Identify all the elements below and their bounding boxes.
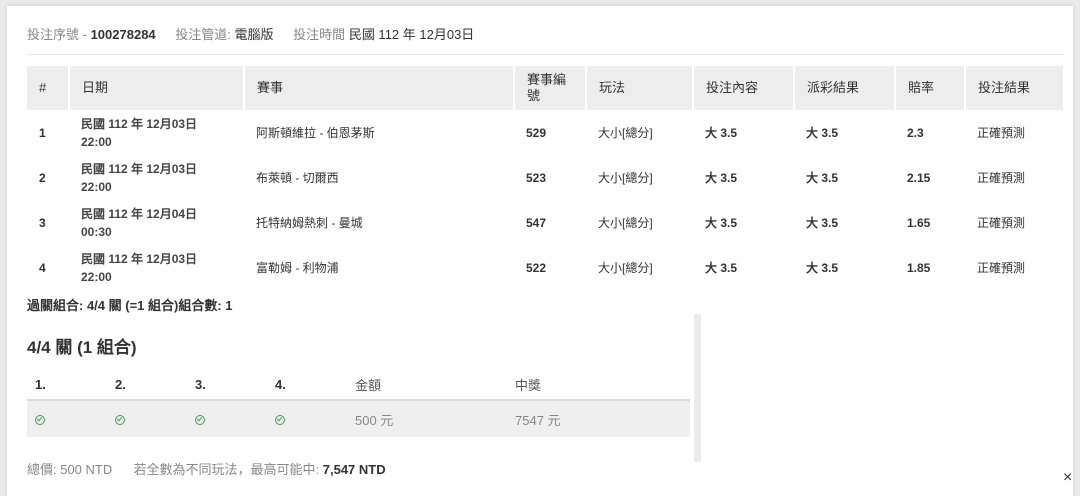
row-bet: 大 3.5 [705, 126, 738, 140]
row-outcome: 正確預測 [977, 126, 1026, 140]
row-play: 大小[總分] [598, 171, 653, 185]
row-odds: 2.3 [907, 125, 924, 140]
row-date-time: 22:00 [81, 269, 112, 284]
row-date: 民國 112 年 12月04日 00:30 [69, 200, 244, 245]
bet-detail-panel: 投注序號 - 100278284 投注管道: 電腦版 投注時間 民國 112 年… [7, 6, 1073, 496]
close-icon[interactable]: × [1063, 470, 1072, 486]
combo-leg-3 [187, 400, 267, 437]
max-win-note: 若全數為不同玩法，最高可能中: [133, 462, 320, 477]
row-date-day: 民國 112 年 12月04日 [81, 206, 198, 221]
vertical-scrollbar[interactable] [694, 314, 701, 462]
col-header-bet: 投注內容 [693, 66, 795, 110]
combo-table: 1. 2. 3. 4. 金額 中獎 500 元 7547 元 [27, 369, 690, 437]
row-result: 大 3.5 [806, 126, 839, 140]
col-header-outcome: 投注結果 [965, 66, 1065, 110]
combo-section: 4/4 關 (1 組合) 1. 2. 3. 4. 金額 中獎 500 元 754… [27, 314, 697, 462]
combo-header-amount: 金額 [347, 369, 507, 401]
combo-leg-1 [27, 400, 107, 437]
combo-header-leg-2: 2. [107, 369, 187, 401]
col-header-odds: 賠率 [895, 66, 966, 110]
check-circle-icon [275, 415, 285, 426]
row-outcome: 正確預測 [977, 261, 1026, 275]
combo-title: 4/4 關 (1 組合) [27, 338, 137, 357]
row-index: 4 [39, 260, 46, 275]
footer-summary: 總價: 500 NTD 若全數為不同玩法，最高可能中: 7,547 NTD [27, 459, 386, 478]
channel-label: 投注管道: [175, 27, 231, 42]
total-price: 總價: 500 NTD [27, 462, 113, 477]
row-date-day: 民國 112 年 12月03日 [81, 161, 198, 176]
row-match-no: 547 [526, 215, 547, 230]
row-bet: 大 3.5 [705, 261, 738, 275]
col-header-date: 日期 [69, 66, 245, 110]
combo-win: 7547 元 [507, 400, 690, 437]
bets-table: # 日期 賽事 賽事編號 玩法 投注內容 派彩結果 賠率 投注結果 1 民國 1… [27, 66, 1065, 290]
row-date: 民國 112 年 12月03日 22:00 [69, 110, 244, 155]
combo-leg-2 [107, 400, 187, 437]
row-match: 托特納姆熱刺 - 曼城 [256, 216, 363, 230]
row-date-time: 00:30 [81, 224, 112, 239]
col-header-index: # [27, 66, 70, 110]
row-odds: 2.15 [907, 170, 931, 185]
table-row: 4 民國 112 年 12月03日 22:00 富勒姆 - 利物浦 522 大小[… [27, 245, 1064, 290]
row-result: 大 3.5 [806, 261, 839, 275]
row-play: 大小[總分] [598, 261, 653, 275]
row-date-time: 22:00 [81, 179, 112, 194]
row-bet: 大 3.5 [705, 171, 738, 185]
combo-header-win: 中獎 [507, 369, 690, 401]
row-index: 2 [39, 170, 46, 185]
row-play: 大小[總分] [598, 126, 653, 140]
row-play: 大小[總分] [598, 216, 653, 230]
row-match-no: 522 [526, 260, 547, 275]
row-result: 大 3.5 [806, 216, 839, 230]
row-odds: 1.65 [907, 215, 931, 230]
row-match: 富勒姆 - 利物浦 [256, 261, 339, 275]
combo-header-row: 1. 2. 3. 4. 金額 中獎 [27, 369, 690, 401]
time-label: 投注時間 [293, 27, 346, 42]
time-value: 民國 112 年 12月03日 [348, 27, 475, 42]
combo-header-leg-1: 1. [27, 369, 107, 401]
table-row: 3 民國 112 年 12月04日 00:30 托特納姆熱刺 - 曼城 547 大… [27, 200, 1064, 245]
table-row: 1 民國 112 年 12月03日 22:00 阿斯頓維拉 - 伯恩茅斯 529 … [27, 110, 1064, 155]
col-header-match-no: 賽事編號 [514, 66, 587, 110]
row-odds: 1.85 [907, 260, 931, 275]
row-bet: 大 3.5 [705, 216, 738, 230]
row-outcome: 正確預測 [977, 216, 1026, 230]
table-row: 2 民國 112 年 12月03日 22:00 布萊頓 - 切爾西 523 大小[… [27, 155, 1064, 200]
row-index: 1 [39, 125, 46, 140]
bet-meta: 投注序號 - 100278284 投注管道: 電腦版 投注時間 民國 112 年… [27, 24, 474, 43]
combo-leg-4 [267, 400, 347, 437]
row-match-no: 523 [526, 170, 547, 185]
row-date: 民國 112 年 12月03日 22:00 [69, 245, 244, 290]
row-match: 阿斯頓維拉 - 伯恩茅斯 [256, 126, 375, 140]
check-circle-icon [115, 415, 125, 426]
row-outcome: 正確預測 [977, 171, 1026, 185]
col-header-play: 玩法 [586, 66, 694, 110]
combo-header-leg-4: 4. [267, 369, 347, 401]
row-date-time: 22:00 [81, 134, 112, 149]
check-circle-icon [35, 415, 45, 426]
row-date-day: 民國 112 年 12月03日 [81, 251, 198, 266]
row-date-day: 民國 112 年 12月03日 [81, 116, 198, 131]
combo-summary: 過關組合: 4/4 關 (=1 組合)組合數: 1 [27, 298, 233, 313]
check-circle-icon [195, 415, 205, 426]
row-match: 布萊頓 - 切爾西 [256, 171, 339, 185]
row-date: 民國 112 年 12月03日 22:00 [69, 155, 244, 200]
channel-value: 電腦版 [234, 27, 274, 42]
row-result: 大 3.5 [806, 171, 839, 185]
max-win-value: 7,547 NTD [322, 462, 386, 477]
serial-value: 100278284 [90, 27, 156, 42]
table-header-row: # 日期 賽事 賽事編號 玩法 投注內容 派彩結果 賠率 投注結果 [27, 66, 1065, 110]
divider [27, 54, 1065, 55]
row-match-no: 529 [526, 125, 547, 140]
combo-header-leg-3: 3. [187, 369, 267, 401]
serial-label: 投注序號 - [27, 27, 87, 42]
combo-row: 500 元 7547 元 [27, 400, 690, 437]
row-index: 3 [39, 215, 46, 230]
col-header-result: 派彩結果 [794, 66, 896, 110]
col-header-match: 賽事 [244, 66, 515, 110]
combo-amount: 500 元 [347, 400, 507, 437]
